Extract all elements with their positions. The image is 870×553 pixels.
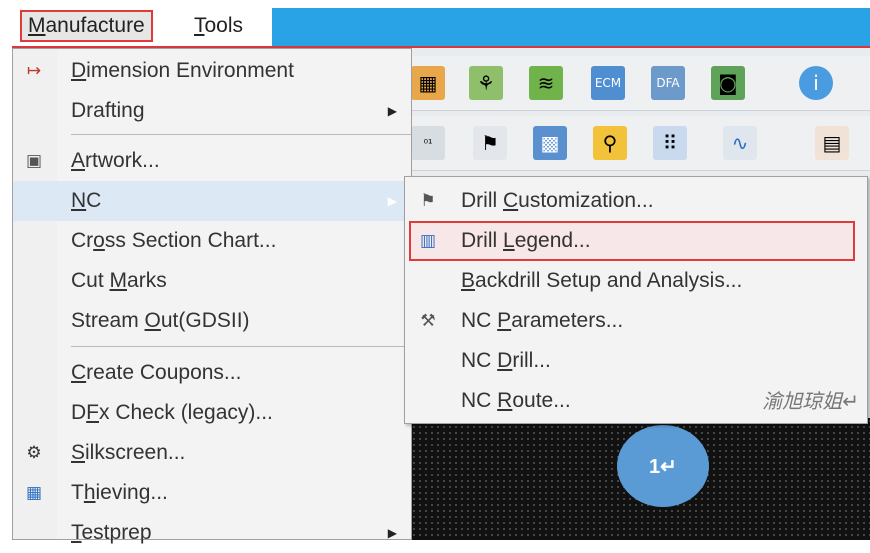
toolbar-numbers-icon[interactable]: ⁰¹	[411, 126, 445, 160]
menu-item-stream-out[interactable]: Stream Out(GDSII)	[13, 301, 411, 341]
menu-item-artwork[interactable]: ▣ Artwork...	[13, 141, 411, 181]
toolbar-grid-icon[interactable]: ▦	[411, 66, 445, 100]
menu-item-label: NC	[71, 189, 102, 212]
menu-item-label: Cross Section Chart...	[71, 229, 277, 252]
menu-tools-access-key: T	[194, 14, 205, 37]
drill-customization-icon: ⚑	[420, 191, 436, 211]
toolbar-map-icon[interactable]: ◙	[711, 66, 745, 100]
toolbar-document-icon[interactable]: ▤	[815, 126, 849, 160]
menu-item-label: DFx Check (legacy)...	[71, 401, 273, 424]
dimension-icon: ↦	[26, 61, 42, 81]
menu-item-thieving[interactable]: ▦ Thieving...	[13, 473, 411, 513]
menu-item-label: Artwork...	[71, 149, 160, 172]
title-bar-background	[272, 8, 870, 46]
submenu-item-label: Drill Legend...	[461, 229, 591, 252]
submenu-item-backdrill-setup[interactable]: Backdrill Setup and Analysis...	[405, 261, 867, 301]
toolbar-row-1: ▦ ⚘ ≋ ECM DFA ◙ i	[405, 56, 870, 111]
thieving-icon: ▦	[25, 483, 43, 503]
toolbar-route-icon[interactable]: ≋	[529, 66, 563, 100]
submenu-item-label: NC Route...	[461, 389, 571, 412]
silkscreen-icon: ⚙	[26, 443, 42, 463]
toolbar-pattern-icon[interactable]: ▩	[533, 126, 567, 160]
submenu-arrow-icon: ▶	[387, 526, 397, 540]
menu-item-dfx-check[interactable]: DFx Check (legacy)...	[13, 393, 411, 433]
submenu-item-label: NC Drill...	[461, 349, 551, 372]
submenu-item-label: Drill Customization...	[461, 189, 654, 212]
toolbar-flag-icon[interactable]: ⚑	[473, 126, 507, 160]
artwork-icon: ▣	[25, 151, 43, 171]
menu-item-label: Dimension Environment	[71, 59, 294, 82]
toolbar-probe-icon[interactable]: ⚲	[593, 126, 627, 160]
drill-legend-icon: ▥	[419, 231, 437, 251]
submenu-item-label: Backdrill Setup and Analysis...	[461, 269, 743, 292]
watermark-text: 渝旭琼姐↵	[762, 389, 859, 413]
submenu-arrow-icon: ▶	[387, 194, 397, 208]
toolbar-tree-icon[interactable]: ⚘	[469, 66, 503, 100]
submenu-item-nc-route[interactable]: NC Route... 渝旭琼姐↵	[405, 381, 867, 421]
nc-submenu: ⚑ Drill Customization... ▥ Drill Legend.…	[404, 176, 868, 424]
menu-manufacture-access-key: M	[28, 14, 46, 37]
menu-item-label: Cut Marks	[71, 269, 167, 292]
menu-item-label: Stream Out(GDSII)	[71, 309, 250, 332]
toolbar-dfa-icon[interactable]: DFA	[651, 66, 685, 100]
toolbar-ecm-icon[interactable]: ECM	[591, 66, 625, 100]
menu-item-create-coupons[interactable]: Create Coupons...	[13, 353, 411, 393]
submenu-item-label: NC Parameters...	[461, 309, 624, 332]
menu-manufacture-label: anufacture	[45, 14, 145, 37]
submenu-item-nc-drill[interactable]: NC Drill...	[405, 341, 867, 381]
menu-item-label: Silkscreen...	[71, 441, 186, 464]
menu-item-drafting[interactable]: Drafting ▶	[13, 91, 411, 131]
step-badge: 1↵	[617, 425, 709, 507]
toolbar-row-2: ⁰¹ ⚑ ▩ ⚲ ⠿ ∿ ▤	[405, 116, 870, 171]
toolbar-chart-icon[interactable]: ∿	[723, 126, 757, 160]
step-badge-text: 1↵	[649, 455, 677, 478]
toolbar-array-icon[interactable]: ⠿	[653, 126, 687, 160]
menu-separator	[71, 134, 411, 135]
menu-item-silkscreen[interactable]: ⚙ Silkscreen...	[13, 433, 411, 473]
submenu-item-drill-customization[interactable]: ⚑ Drill Customization...	[405, 181, 867, 221]
nc-parameters-icon: ⚒	[420, 311, 436, 331]
submenu-item-drill-legend[interactable]: ▥ Drill Legend...	[409, 221, 855, 261]
menu-item-nc[interactable]: NC ▶	[13, 181, 411, 221]
menu-item-cut-marks[interactable]: Cut Marks	[13, 261, 411, 301]
menu-item-label: Thieving...	[71, 481, 168, 504]
menu-separator	[71, 346, 411, 347]
menu-item-cross-section-chart[interactable]: Cross Section Chart...	[13, 221, 411, 261]
menu-item-label: Create Coupons...	[71, 361, 242, 384]
menu-tools[interactable]: Tools	[188, 10, 249, 42]
menu-item-dimension-environment[interactable]: ↦ Dimension Environment	[13, 51, 411, 91]
menu-bar: Manufacture Tools	[0, 0, 870, 48]
toolbar-info-icon[interactable]: i	[799, 66, 833, 100]
submenu-arrow-icon: ▶	[387, 104, 397, 118]
menu-item-testprep[interactable]: Testprep ▶	[13, 513, 411, 553]
menu-item-label: Testprep	[71, 521, 152, 544]
menu-tools-label: ools	[204, 14, 244, 37]
submenu-item-nc-parameters[interactable]: ⚒ NC Parameters...	[405, 301, 867, 341]
manufacture-menu: ↦ Dimension Environment Drafting ▶ ▣ Art…	[12, 48, 412, 544]
menu-manufacture[interactable]: Manufacture	[20, 10, 153, 42]
menu-item-label: Drafting	[71, 99, 145, 122]
